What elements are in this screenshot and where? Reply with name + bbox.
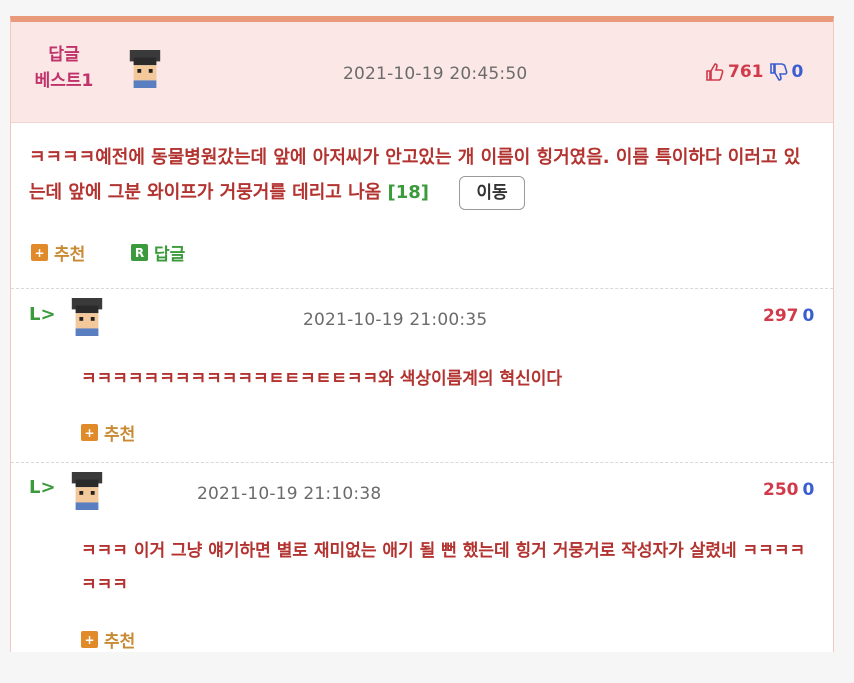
recommend-button[interactable]: + 추천 xyxy=(81,627,135,652)
reply-arrow-icon: L> xyxy=(29,304,56,325)
best-reply-label: 답글 베스트1 xyxy=(29,42,99,94)
vote-counter: 250 0 xyxy=(763,480,814,500)
recommend-label: 추천 xyxy=(104,425,136,445)
timestamp: 2021-10-19 21:10:38 xyxy=(197,484,382,504)
timestamp: 2021-10-19 20:45:50 xyxy=(343,64,528,84)
divider xyxy=(11,288,833,289)
upvote-count: 761 xyxy=(728,62,764,82)
downvote-count: 0 xyxy=(791,62,804,82)
downvote-count[interactable]: 0 xyxy=(803,306,815,326)
recommend-label: 추천 xyxy=(104,632,136,652)
recommend-button[interactable]: + 추천 xyxy=(81,420,135,445)
vote-counter: 761 0 xyxy=(704,62,803,82)
avatar[interactable] xyxy=(71,472,103,510)
best-reply-header: 답글 베스트1 2021-10-19 20:45:50 761 0 xyxy=(11,22,833,123)
best-label-line1: 답글 xyxy=(48,45,80,65)
avatar[interactable] xyxy=(129,50,161,88)
recommend-label: 추천 xyxy=(54,245,86,265)
reply-icon: R xyxy=(131,244,148,261)
timestamp: 2021-10-19 21:00:35 xyxy=(303,310,488,330)
reply-label: 답글 xyxy=(154,245,186,265)
plus-icon: + xyxy=(31,244,48,261)
vote-counter: 297 0 xyxy=(763,306,814,326)
page-bottom xyxy=(0,652,854,683)
reply-text: ㅋㅋㅋ 이거 그냥 얘기하면 별로 재미없는 애기 될 뻔 했는데 힝거 거뭉거… xyxy=(81,541,806,595)
post-body: ㅋㅋㅋㅋ예전에 동물병원갔는데 앞에 아저씨가 안고있는 개 이름이 힝거였음.… xyxy=(29,140,809,210)
move-button[interactable]: 이동 xyxy=(459,176,525,210)
thumbs-up-icon[interactable] xyxy=(704,62,724,82)
reply-text: ㅋㅋㅋㅋㅋㅋㅋㅋㅋㅋㅋㅋㅌㅌㅋㅌㅌㅋㅋ와 색상이름계의 혁신이다 xyxy=(81,369,563,389)
plus-icon: + xyxy=(81,631,98,648)
best-label-line2: 베스트1 xyxy=(34,71,94,91)
upvote-count[interactable]: 297 xyxy=(763,306,799,326)
comment-board: 답글 베스트1 2021-10-19 20:45:50 761 0 ㅋㅋㅋㅋ예전… xyxy=(10,16,834,652)
upvote-count[interactable]: 250 xyxy=(763,480,799,500)
recommend-button[interactable]: + 추천 xyxy=(31,240,85,265)
divider xyxy=(11,462,833,463)
downvote-count[interactable]: 0 xyxy=(803,480,815,500)
avatar[interactable] xyxy=(71,298,103,336)
reply-count: [18] xyxy=(387,182,430,203)
reply-button[interactable]: R 답글 xyxy=(131,240,185,265)
reply-arrow-icon: L> xyxy=(29,477,56,498)
plus-icon: + xyxy=(81,424,98,441)
thumbs-down-icon[interactable] xyxy=(768,62,788,82)
